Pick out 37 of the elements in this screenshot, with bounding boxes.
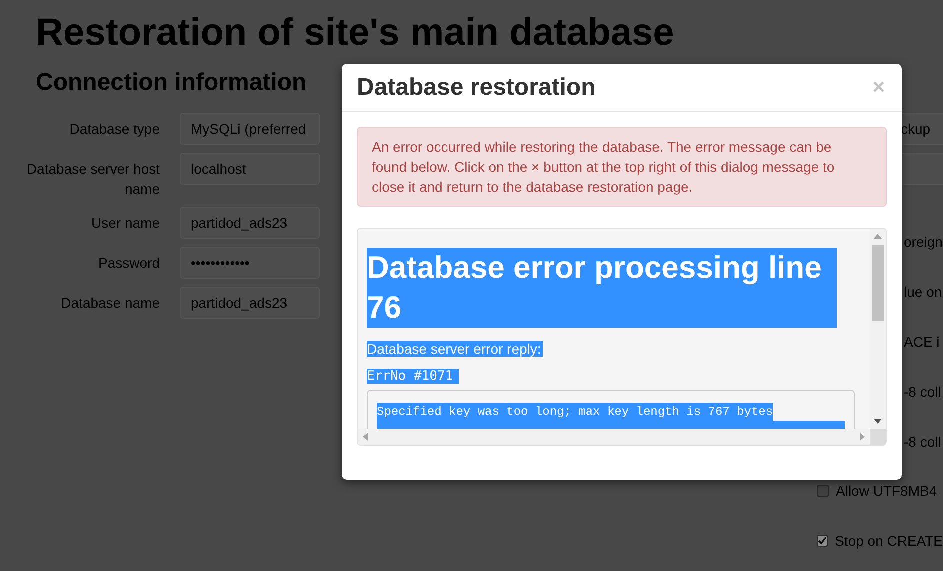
error-alert: An error occurred while restoring the database. The error message can be found below. Click on the × button at the top right of this dialog message to close it and return to the database restoration page.: [357, 127, 887, 207]
option-label: Allow UTF8MB4: [836, 482, 938, 501]
option-label: -8 coll: [904, 434, 942, 450]
input-field[interactable]: [900, 153, 943, 185]
option-label: lue on: [904, 284, 942, 300]
scroll-left-icon[interactable]: [363, 433, 368, 441]
input-field[interactable]: ckup: [900, 113, 943, 145]
input-field[interactable]: ••••••••••••: [180, 247, 320, 279]
field-label: Database server host name: [26, 160, 160, 199]
field-label: Database type: [68, 120, 160, 139]
scroll-right-icon[interactable]: [860, 433, 865, 441]
scroll-down-icon[interactable]: [874, 419, 882, 424]
input-field[interactable]: partidod_ads23: [180, 287, 320, 319]
checkmark-icon: [818, 536, 827, 545]
field-label: Password: [98, 254, 160, 273]
vertical-scrollbar[interactable]: [870, 229, 886, 429]
close-button[interactable]: ×: [872, 77, 885, 98]
error-number: ErrNo #1071: [367, 369, 460, 384]
scroll-up-icon[interactable]: [874, 234, 882, 239]
dialog-title: Database restoration: [357, 74, 596, 102]
input-field[interactable]: localhost: [180, 153, 320, 185]
field-label: Database name: [60, 294, 160, 313]
scrollbar-thumb[interactable]: [872, 245, 884, 321]
input-field[interactable]: MySQLi (preferred: [180, 113, 320, 145]
error-heading: Database error processing line 76: [367, 248, 837, 328]
option-label: ACE i: [904, 334, 940, 350]
input-field[interactable]: partidod_ads23: [180, 207, 320, 239]
option-label: oreign: [904, 234, 943, 250]
checkbox[interactable]: [817, 535, 828, 547]
checkbox[interactable]: [817, 485, 829, 497]
page-title: Restoration of site's main database: [36, 11, 674, 56]
error-subheading: Database server error reply:: [367, 341, 544, 357]
option-label: Stop on CREATE: [835, 532, 943, 551]
option-label: -8 coll: [904, 384, 942, 400]
section-heading: Connection information: [36, 68, 307, 98]
field-label: User name: [90, 214, 160, 233]
horizontal-scrollbar[interactable]: [358, 429, 870, 445]
